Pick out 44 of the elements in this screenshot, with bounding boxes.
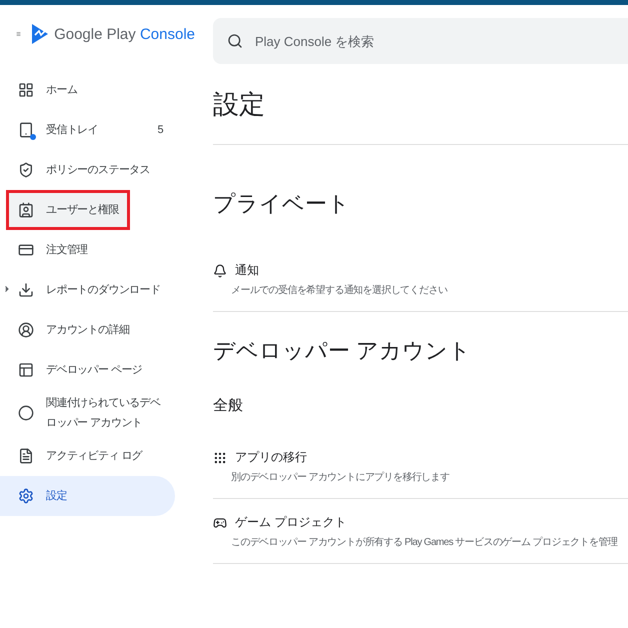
row-title: アプリの移行 [235, 449, 307, 466]
product-name: Google Play Console [54, 26, 195, 42]
nav-item[interactable]: レポートのダウンロード [0, 270, 175, 310]
download-icon [18, 282, 34, 298]
circle-icon [18, 405, 34, 421]
bell-icon [213, 264, 227, 278]
settings-row[interactable]: 通知 メールでの受信を希望する通知を選択してください [213, 247, 628, 312]
nav-item[interactable]: ホーム [0, 70, 175, 110]
row-description: 別のデベロッパー アカウントにアプリを移行します [230, 470, 450, 484]
grid-icon [18, 82, 34, 98]
group-heading: 全般 [213, 396, 244, 416]
section-heading: プライベート [213, 190, 351, 218]
card-icon [18, 242, 34, 258]
nav-item[interactable]: ユーザーと権限 [6, 190, 130, 230]
nav-item[interactable]: ポリシーのステータス [0, 150, 175, 190]
tablet-icon [18, 122, 34, 138]
nav-item[interactable]: アクティビティ ログ [0, 436, 175, 476]
search-icon [227, 33, 243, 49]
nav-item[interactable]: 関連付けられているデベロッパー アカウント [0, 390, 175, 436]
settings-row[interactable]: アプリの移行 別のデベロッパー アカウントにアプリを移行します [213, 434, 628, 499]
contact-icon [18, 202, 34, 218]
page-title: 設定 [213, 64, 628, 145]
nav-item[interactable]: アカウントの詳細 [0, 310, 175, 350]
search-field[interactable]: Play Console を検索 [213, 18, 628, 64]
row-title: 通知 [235, 262, 259, 279]
gamepad-icon [213, 516, 227, 530]
row-title: ゲーム プロジェクト [235, 514, 346, 531]
settings-row[interactable]: ゲーム プロジェクト このデベロッパー アカウントが所有する Play Games サービスのゲーム プロジェクトを管理 [213, 499, 628, 564]
document-icon [18, 448, 34, 464]
nav-item[interactable]: 設定 [0, 476, 175, 516]
unread-dot [30, 134, 36, 140]
nav-item[interactable]: 注文管理 [0, 230, 175, 270]
dots-grid-icon [213, 450, 227, 464]
panel-icon [18, 362, 34, 378]
nav-item[interactable]: 受信トレイ 5 [0, 110, 175, 150]
row-description: このデベロッパー アカウントが所有する Play Games サービスのゲーム プロジェクトを管理 [230, 536, 619, 549]
settings-icon [18, 488, 34, 504]
row-description: メールでの受信を希望する通知を選択してください [230, 284, 448, 297]
nav-item[interactable]: デベロッパー ページ [0, 350, 175, 390]
count-label: 5 [157, 124, 163, 136]
section-heading: デベロッパー アカウント [213, 337, 472, 365]
shield-icon [18, 162, 34, 178]
play-logo-icon [31, 23, 50, 45]
user-circle-icon [18, 322, 34, 338]
